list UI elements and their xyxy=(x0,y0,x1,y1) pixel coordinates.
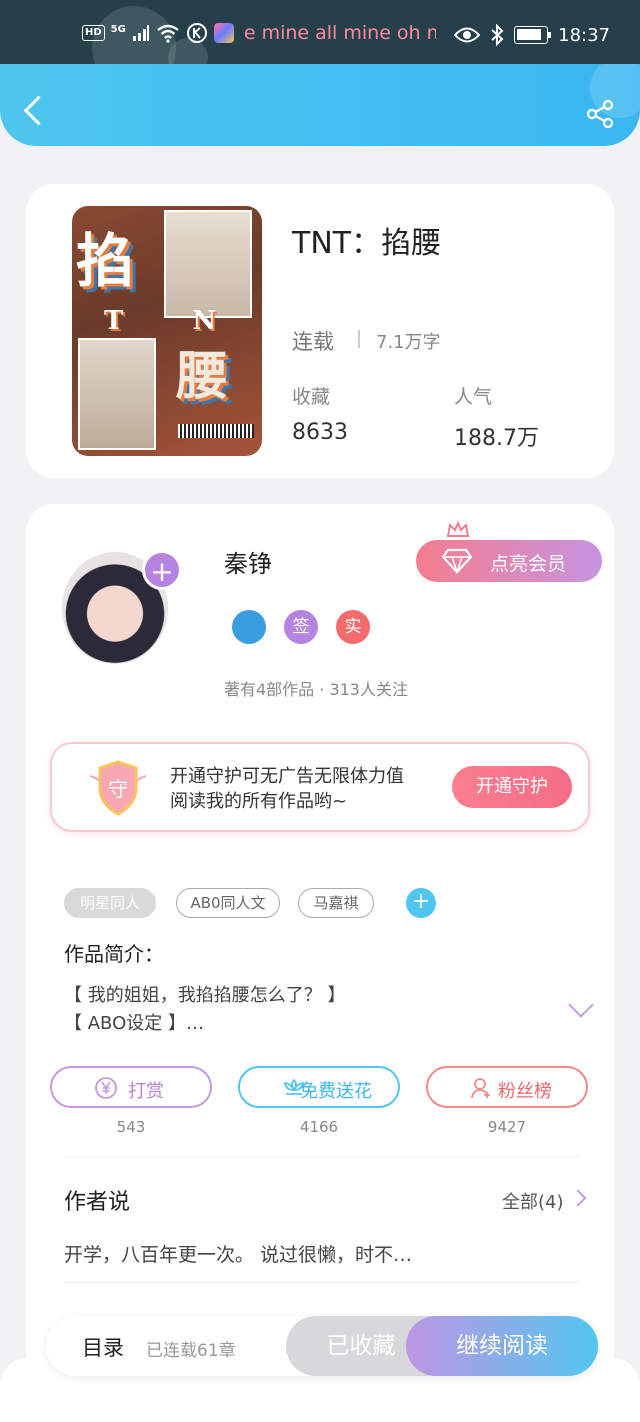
add-tag-button[interactable]: + xyxy=(406,888,436,918)
k-app-icon xyxy=(186,23,207,43)
bluetooth-icon xyxy=(491,24,504,46)
guard-shield-icon: 守 xyxy=(89,760,147,816)
author-says-all-link[interactable]: 全部(4) xyxy=(502,1188,564,1214)
intro-title: 作品简介： xyxy=(64,942,164,966)
vip-button[interactable]: 点亮会员 xyxy=(416,540,602,582)
book-info-card: 掐 T N T 腰 TNT：掐腰 连载 7.1万字 收藏 8633 人气 188… xyxy=(26,184,614,478)
cover-title-bottom: 腰 xyxy=(176,346,229,407)
vip-label: 点亮会员 xyxy=(490,553,567,575)
yen-coin-icon xyxy=(95,1077,117,1099)
book-title: TNT：掐腰 xyxy=(292,226,442,261)
intro-line-2: 【 ABO设定 】… xyxy=(64,1013,204,1034)
guard-line-2: 阅读我的所有作品哟~ xyxy=(170,791,348,812)
tip-count: 543 xyxy=(116,1118,146,1136)
popularity-count: 188.7万 xyxy=(454,426,539,451)
status-bar: HD 5G e mine all mine oh mine 18:37 xyxy=(0,0,640,90)
signed-badge: 签 xyxy=(284,610,318,644)
book-status: 连载 xyxy=(292,330,334,354)
tag-abo-fanfic[interactable]: AB0同人文 xyxy=(176,888,280,918)
guard-open-button[interactable]: 开通守护 xyxy=(452,766,572,808)
crown-icon xyxy=(446,520,470,537)
hd-indicator: HD xyxy=(82,25,105,41)
signal-icon xyxy=(132,25,149,41)
flower-count: 4166 xyxy=(299,1118,339,1136)
intro-line-1: 【 我的姐姐，我掐掐腰怎么了？ 】 xyxy=(64,985,346,1006)
author-card: + 秦铮 签 实 著有4部作品 · 313人关注 点亮会员 守 开通守护可无广告… xyxy=(26,504,614,1404)
continue-reading-button[interactable]: 继续阅读 xyxy=(406,1316,598,1376)
guard-line-1: 开通守护可无广告无限体力值 xyxy=(170,766,404,787)
status-divider xyxy=(358,330,360,348)
wifi-icon xyxy=(157,24,179,43)
word-count: 7.1万字 xyxy=(376,332,441,353)
cover-barcode xyxy=(178,424,254,438)
tip-label: 打赏 xyxy=(128,1081,164,1102)
share-icon[interactable] xyxy=(584,98,616,130)
author-stats: 著有4部作品 · 313人关注 xyxy=(224,680,408,699)
chapter-count[interactable]: 已连载61章 xyxy=(146,1336,236,1361)
tag-ma-jiaqi[interactable]: 马嘉祺 xyxy=(298,888,374,918)
divider xyxy=(64,1282,580,1283)
favorites-count: 8633 xyxy=(292,420,348,445)
guard-shield-char: 守 xyxy=(108,777,128,801)
cover-photo-1 xyxy=(164,210,252,318)
tag-celebrity-fanfic[interactable]: 明星同人 xyxy=(64,888,156,918)
clock: 18:37 xyxy=(558,24,610,46)
send-flower-button[interactable]: 免费送花 xyxy=(238,1066,400,1108)
chevron-right-icon[interactable] xyxy=(569,1189,587,1207)
fan-rank-button[interactable]: 粉丝榜 xyxy=(426,1066,588,1108)
music-app-icon xyxy=(213,23,234,43)
book-cover[interactable]: 掐 T N T 腰 xyxy=(72,206,262,456)
fan-count: 9427 xyxy=(487,1118,527,1136)
level-badge-icon xyxy=(232,610,266,644)
eye-comfort-icon xyxy=(454,27,481,43)
header-bar xyxy=(0,64,640,146)
author-name[interactable]: 秦铮 xyxy=(224,544,272,579)
expand-chevron-icon[interactable] xyxy=(568,992,594,1018)
favorites-label: 收藏 xyxy=(292,386,331,408)
music-ticker: e mine all mine oh mine xyxy=(243,22,436,44)
tip-button[interactable]: 打赏 xyxy=(50,1066,212,1108)
fan-icon xyxy=(471,1078,490,1099)
toc-button[interactable]: 目录 xyxy=(82,1332,124,1362)
author-says-text[interactable]: 开学，八百年更一次。 说过很懒，时不… xyxy=(64,1240,412,1267)
bottom-action-bar: 目录 已连载61章 已收藏 继续阅读 xyxy=(46,1316,598,1376)
popularity-label: 人气 xyxy=(454,386,493,408)
cover-title-top: 掐 xyxy=(76,227,135,295)
follow-plus-button[interactable]: + xyxy=(142,550,182,590)
send-flower-label: 免费送花 xyxy=(300,1081,372,1102)
verified-badge: 实 xyxy=(336,610,370,644)
diamond-icon xyxy=(442,548,472,574)
author-says-title: 作者说 xyxy=(64,1190,131,1215)
battery-icon xyxy=(514,26,552,44)
cover-photo-2 xyxy=(78,338,156,450)
fan-rank-label: 粉丝榜 xyxy=(498,1081,552,1102)
guard-banner[interactable]: 守 开通守护可无广告无限体力值 阅读我的所有作品哟~ 开通守护 xyxy=(50,742,590,832)
divider xyxy=(64,1156,580,1157)
back-button[interactable] xyxy=(20,94,50,130)
network-label: 5G xyxy=(110,23,126,35)
